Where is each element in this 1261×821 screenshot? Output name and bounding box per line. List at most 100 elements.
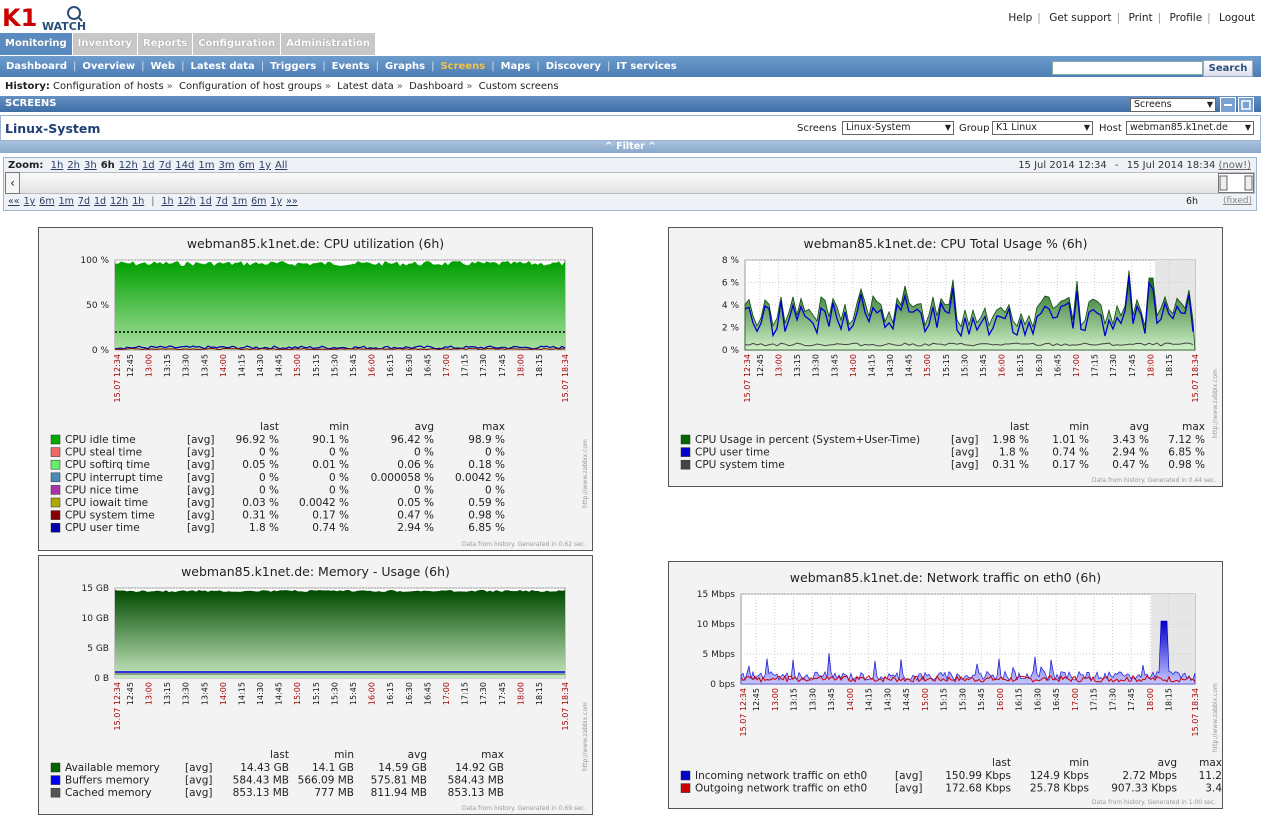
x-tick-label: 17:45 — [1127, 688, 1136, 711]
subnav-maps[interactable]: Maps — [495, 61, 537, 72]
search-input[interactable] — [1052, 61, 1203, 75]
zoom-option-1d[interactable]: 1d — [140, 160, 157, 171]
history-item[interactable]: Configuration of hosts — [53, 81, 164, 92]
x-tick-label: 15:30 — [958, 688, 967, 711]
legend-item-fn: [avg] — [895, 770, 923, 782]
period-range: 15 Jul 2014 12:34 - 15 Jul 2014 18:34 (n… — [1018, 160, 1251, 171]
period-to[interactable]: 15 Jul 2014 18:34 — [1127, 160, 1216, 171]
y-tick-label: 10 Mbps — [697, 620, 736, 630]
fullscreen-button[interactable] — [1238, 97, 1254, 113]
y-tick-label: 0 % — [92, 346, 110, 356]
legend-item-last: 853.13 MB — [233, 787, 289, 799]
legend-item-avg: 811.94 MB — [371, 787, 427, 799]
nav-fwd-7d[interactable]: 7d — [214, 196, 230, 207]
filter-toggle[interactable]: ^ Filter ^ — [0, 141, 1261, 153]
nav-back-12h[interactable]: 12h — [108, 196, 130, 207]
nav-fwd-6m[interactable]: 6m — [249, 196, 268, 207]
scroll-thumb[interactable] — [1218, 173, 1254, 193]
screens-bar — [0, 96, 1261, 112]
subnav-screens[interactable]: Screens — [434, 61, 491, 72]
minimize-button[interactable] — [1220, 97, 1236, 113]
zoom-option-6h[interactable]: 6h — [99, 160, 117, 171]
help-link[interactable]: Help — [1008, 12, 1032, 24]
subnav-dashboard[interactable]: Dashboard — [0, 61, 73, 72]
subnav-latest-data[interactable]: Latest data — [184, 61, 260, 72]
x-tick-label: 14:45 — [905, 354, 914, 377]
zoom-option-3m[interactable]: 3m — [216, 160, 236, 171]
legend-col-header: last — [1010, 421, 1029, 433]
zoom-option-1m[interactable]: 1m — [196, 160, 216, 171]
nav-back-1d[interactable]: 1d — [92, 196, 108, 207]
history-item[interactable]: Latest data — [337, 81, 394, 92]
logout-link[interactable]: Logout — [1219, 12, 1255, 24]
search-button[interactable]: Search — [1203, 60, 1253, 77]
get-support-link[interactable]: Get support — [1049, 12, 1111, 24]
nav-back-1y[interactable]: 1y — [22, 196, 38, 207]
legend-item-min: 25.78 Kbps — [1030, 783, 1089, 795]
period-from[interactable]: 15 Jul 2014 12:34 — [1018, 160, 1107, 171]
nav-back-6m[interactable]: 6m — [37, 196, 56, 207]
zoom-option-2h[interactable]: 2h — [65, 160, 82, 171]
legend-item-min: 124.9 Kbps — [1030, 770, 1089, 782]
zoom-option-7d[interactable]: 7d — [157, 160, 174, 171]
x-tick-label: 14:30 — [256, 682, 265, 705]
history-item[interactable]: Dashboard — [409, 81, 463, 92]
host-select[interactable]: webman85.k1net.de ▼ — [1126, 121, 1254, 135]
legend-col-header: max — [1199, 757, 1222, 769]
tab-monitoring[interactable]: Monitoring — [0, 33, 73, 55]
nav-fwd-1d[interactable]: 1d — [198, 196, 214, 207]
x-tick-label: 17:30 — [1108, 688, 1117, 711]
nav-fwd-1y[interactable]: 1y — [268, 196, 284, 207]
history-item[interactable]: Custom screens — [479, 81, 559, 92]
screens-label: Screens — [797, 123, 837, 134]
zoom-option-6m[interactable]: 6m — [237, 160, 257, 171]
series-idle-area — [115, 261, 565, 350]
screens-select[interactable]: Linux-System ▼ — [842, 121, 954, 135]
zoom-option-12h[interactable]: 12h — [117, 160, 140, 171]
nav-fwd-1m[interactable]: 1m — [230, 196, 249, 207]
history-item[interactable]: Configuration of host groups — [179, 81, 322, 92]
period-scrollbar[interactable] — [5, 172, 1255, 194]
legend-item-name: CPU iowait time — [65, 497, 148, 509]
nav-fwd-12h[interactable]: 12h — [176, 196, 198, 207]
subnav-triggers[interactable]: Triggers — [264, 61, 322, 72]
tab-administration[interactable]: Administration — [281, 33, 377, 55]
subnav-discovery[interactable]: Discovery — [540, 61, 607, 72]
screens-type-select[interactable]: Screens ▼ — [1130, 98, 1216, 112]
tab-inventory[interactable]: Inventory — [72, 33, 139, 55]
nav-fwd-1h[interactable]: 1h — [159, 196, 175, 207]
legend-item-avg: 2.72 Mbps — [1122, 770, 1177, 782]
nav-back-1h[interactable]: 1h — [130, 196, 146, 207]
zoom-option-all[interactable]: All — [273, 160, 289, 171]
subnav-overview[interactable]: Overview — [76, 61, 141, 72]
fixed-toggle[interactable]: (fixed) — [1223, 196, 1252, 206]
legend-item-max: 0.18 % — [468, 459, 505, 471]
subnav-it-services[interactable]: IT services — [610, 61, 682, 72]
profile-link[interactable]: Profile — [1170, 12, 1203, 24]
print-link[interactable]: Print — [1128, 12, 1152, 24]
screens-bar-title: SCREENS — [5, 98, 57, 109]
zoom-option-1h[interactable]: 1h — [49, 160, 66, 171]
subnav-events[interactable]: Events — [326, 61, 376, 72]
nav-fwd-xx[interactable]: »» — [284, 196, 300, 207]
legend-item-name: CPU idle time — [65, 434, 136, 446]
zabbix-watermark: http://www.zabbix.com — [582, 702, 589, 771]
nav-back-1m[interactable]: 1m — [57, 196, 76, 207]
subnav-graphs[interactable]: Graphs — [379, 61, 431, 72]
legend-item-last: 0 % — [259, 484, 279, 496]
group-select[interactable]: K1 Linux ▼ — [992, 121, 1093, 135]
zoom-option-3h[interactable]: 3h — [82, 160, 99, 171]
x-tick-label: 16:45 — [1052, 688, 1061, 711]
period-dash: - — [1114, 160, 1119, 171]
nav-back-7d[interactable]: 7d — [76, 196, 92, 207]
tab-reports[interactable]: Reports — [138, 33, 194, 55]
zoom-option-14d[interactable]: 14d — [173, 160, 196, 171]
subnav-web[interactable]: Web — [144, 61, 181, 72]
legend-item-min: 777 MB — [314, 787, 354, 799]
tab-configuration[interactable]: Configuration — [193, 33, 282, 55]
legend-swatch — [50, 510, 61, 520]
zoom-option-1y[interactable]: 1y — [257, 160, 273, 171]
now-link[interactable]: (now!) — [1219, 160, 1251, 171]
nav-back-xx[interactable]: «« — [6, 196, 22, 207]
scroll-left-button[interactable]: ‹ — [5, 172, 20, 194]
